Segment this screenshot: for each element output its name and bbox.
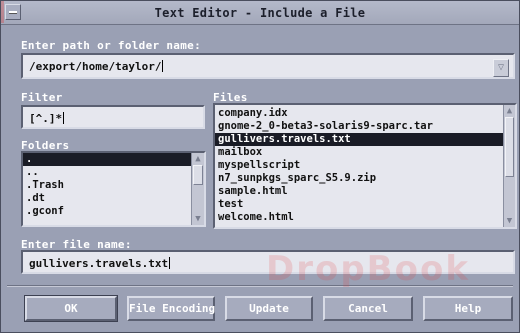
scroll-up-icon[interactable]: ▲	[192, 153, 204, 165]
file-list-item[interactable]: gnome-2_0-beta3-solaris9-sparc.tar	[215, 120, 515, 133]
filter-input-value: [^.]*	[29, 112, 63, 125]
help-button[interactable]: Help	[423, 296, 513, 321]
scroll-down-icon[interactable]: ▼	[192, 213, 204, 225]
files-items: company.idx gnome-2_0-beta3-solaris9-spar…	[215, 105, 515, 224]
file-list-item[interactable]: test	[215, 198, 515, 211]
window-title: Text Editor - Include a File	[154, 6, 366, 20]
button-separator	[7, 285, 513, 287]
scroll-down-icon[interactable]: ▼	[504, 215, 515, 227]
file-list-item[interactable]: mailbox	[215, 146, 515, 159]
text-caret	[162, 60, 164, 72]
scroll-up-icon[interactable]: ▲	[504, 105, 515, 117]
folder-list-item[interactable]: .dt	[23, 192, 204, 205]
filename-input-value: gullivers.travels.txt	[29, 257, 169, 270]
folder-list-item[interactable]: .gconf	[23, 205, 204, 218]
files-scrollbar[interactable]: ▲ ▼	[503, 105, 515, 227]
cancel-button[interactable]: Cancel	[323, 296, 413, 321]
files-list[interactable]: company.idx gnome-2_0-beta3-solaris9-spar…	[213, 103, 517, 229]
filter-input[interactable]: [^.]*	[21, 105, 205, 129]
file-list-item[interactable]: gullivers.travels.txt	[215, 133, 515, 146]
watermark-accent	[1, 1, 4, 23]
text-caret	[63, 112, 65, 124]
folders-scroll-thumb[interactable]	[193, 165, 203, 185]
update-button[interactable]: Update	[225, 296, 313, 321]
file-list-item[interactable]: myspellscript	[215, 159, 515, 172]
include-file-dialog: Text Editor - Include a File Enter path …	[0, 0, 520, 333]
filter-label: Filter	[21, 91, 63, 104]
folder-list-item[interactable]: .Trash	[23, 179, 204, 192]
folders-scrollbar[interactable]: ▲ ▼	[191, 153, 204, 225]
file-list-item[interactable]: sample.html	[215, 185, 515, 198]
file-list-item[interactable]: welcome.html	[215, 211, 515, 224]
folders-list[interactable]: ... .Trash .dt .gconf	[21, 151, 206, 227]
folder-list-item[interactable]: ..	[23, 166, 204, 179]
path-dropdown-arrow-icon[interactable]: ▽	[493, 59, 509, 77]
file-encoding-button[interactable]: File Encoding	[127, 296, 215, 321]
file-list-item[interactable]: n7_sunpkgs_sparc_S5.9.zip	[215, 172, 515, 185]
path-input[interactable]: /export/home/taylor/ ▽	[21, 53, 515, 79]
path-label: Enter path or folder name:	[21, 39, 201, 52]
file-list-item[interactable]: company.idx	[215, 107, 515, 120]
title-bar[interactable]: Text Editor - Include a File	[1, 1, 519, 25]
folder-list-item[interactable]: .	[23, 153, 204, 166]
folders-items: ... .Trash .dt .gconf	[23, 153, 204, 218]
text-caret	[169, 257, 171, 269]
files-scroll-thumb[interactable]	[505, 117, 514, 177]
path-input-value: /export/home/taylor/	[29, 60, 162, 73]
filename-input[interactable]: gullivers.travels.txt	[21, 250, 515, 274]
ok-button[interactable]: OK	[24, 295, 118, 322]
